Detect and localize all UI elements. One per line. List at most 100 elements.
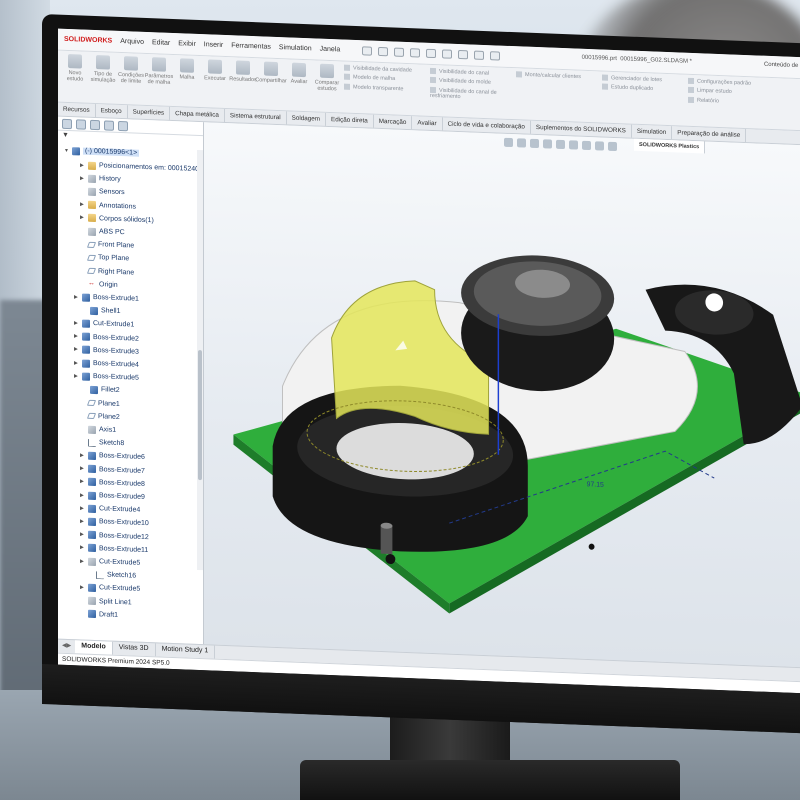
- tree-node-right-plane[interactable]: Right Plane: [80, 265, 134, 278]
- expand-arrow-icon[interactable]: ▶: [80, 518, 85, 524]
- expand-arrow-icon[interactable]: ▶: [80, 532, 85, 538]
- tree-node-boss-extrude12[interactable]: ▶ Boss-Extrude12: [80, 529, 149, 543]
- tree-node-fillet2[interactable]: Fillet2: [82, 384, 120, 396]
- tree-node-boss-extrude3[interactable]: ▶ Boss-Extrude3: [74, 344, 139, 357]
- tree-node-sketch16[interactable]: Sketch16: [88, 569, 136, 582]
- display-manager-tab-icon[interactable]: [118, 120, 128, 132]
- dimxpert-tab-icon[interactable]: [104, 120, 114, 131]
- tab-marcacao[interactable]: Marcação: [373, 114, 413, 130]
- home-icon[interactable]: [362, 46, 373, 56]
- tree-node-plane1[interactable]: Plane1: [80, 397, 120, 410]
- expand-arrow-icon[interactable]: ▶: [80, 466, 85, 472]
- tab-recursos[interactable]: Recursos: [58, 102, 96, 118]
- expand-arrow-icon[interactable]: ▶: [74, 333, 79, 339]
- nav-prev-icon[interactable]: ◀▶: [58, 640, 75, 654]
- tab-esboco[interactable]: Esboço: [95, 104, 128, 119]
- expand-arrow-icon[interactable]: ▶: [74, 294, 79, 300]
- feature-manager-tab-icon[interactable]: [62, 118, 72, 130]
- rebuild-icon[interactable]: [474, 50, 485, 60]
- tab-chapa-metalica[interactable]: Chapa metálica: [170, 106, 225, 123]
- menu-editar[interactable]: Editar: [152, 39, 170, 47]
- tab-edicao-direta[interactable]: Edição direta: [326, 112, 374, 128]
- comparar-estudos-button[interactable]: Comparar estudos: [315, 63, 339, 110]
- expand-arrow-icon[interactable]: ▶: [80, 215, 85, 221]
- visibilidade-cavidade-button[interactable]: Visibilidade da cavidade: [344, 65, 424, 75]
- tree-node-sensors[interactable]: Sensors: [80, 186, 125, 199]
- tree-node-boss-extrude11[interactable]: ▶ Boss-Extrude11: [80, 542, 148, 556]
- tree-node-shell1[interactable]: Shell1: [82, 305, 120, 317]
- expand-arrow-icon[interactable]: ▶: [80, 505, 85, 511]
- modelo-transparente-button[interactable]: Modelo transparente: [344, 84, 424, 94]
- options-gear-icon[interactable]: [490, 51, 501, 61]
- menu-exibir[interactable]: Exibir: [178, 40, 196, 48]
- gerenciador-lotes-button[interactable]: Gerenciador de lotes: [602, 75, 682, 85]
- tree-node-annotations[interactable]: ▶ Annotations: [80, 199, 136, 212]
- print-icon[interactable]: [426, 48, 437, 59]
- configuration-manager-tab-icon[interactable]: [90, 119, 100, 131]
- save-icon[interactable]: [410, 48, 421, 58]
- visibilidade-molde-button[interactable]: Visibilidade do molde: [430, 77, 510, 87]
- tree-node-boss-extrude5[interactable]: ▶ Boss-Extrude5: [74, 370, 139, 383]
- tree-node-origin[interactable]: ↔ Origin: [80, 278, 118, 290]
- tree-scrollbar-thumb[interactable]: [198, 349, 202, 481]
- new-file-icon[interactable]: [378, 46, 389, 57]
- expand-arrow-icon[interactable]: ▶: [80, 584, 85, 590]
- expand-arrow-icon[interactable]: ▶: [74, 320, 79, 326]
- expand-arrow-icon[interactable]: ▶: [80, 162, 85, 168]
- tree-node-cut-extrude1[interactable]: ▶ Cut-Extrude1: [74, 318, 134, 331]
- expand-arrow-icon[interactable]: ▶: [74, 360, 79, 366]
- tab-avaliar[interactable]: Avaliar: [412, 116, 443, 131]
- tree-node-boss-extrude4[interactable]: ▶ Boss-Extrude4: [74, 357, 139, 370]
- select-icon[interactable]: [458, 49, 469, 60]
- tree-node-cut-extrude5[interactable]: ▶ Cut-Extrude5: [80, 555, 140, 568]
- avaliar-button[interactable]: Avaliar: [288, 62, 310, 108]
- menu-simulation[interactable]: Simulation: [279, 44, 312, 52]
- tree-node-sketch8[interactable]: Sketch8: [80, 437, 124, 450]
- tree-node-abs-pc[interactable]: ABS PC: [80, 225, 125, 238]
- tree-scrollbar[interactable]: [197, 149, 203, 571]
- tree-node-boss-extrude6[interactable]: ▶ Boss-Extrude6: [80, 450, 145, 463]
- tree-node-plane2[interactable]: Plane2: [80, 410, 120, 423]
- parametros-malha-button[interactable]: Parâmetros de malha: [145, 57, 173, 103]
- tree-node-draft1[interactable]: Draft1: [80, 608, 118, 620]
- monte-calcular-button[interactable]: Monte/calcular clientes: [516, 71, 596, 81]
- expand-arrow-icon[interactable]: ▶: [80, 492, 85, 498]
- tree-node-cut-extrude5[interactable]: ▶ Cut-Extrude5: [80, 582, 140, 595]
- expand-arrow-icon[interactable]: ▶: [80, 545, 85, 551]
- expand-arrow-icon[interactable]: ▶: [74, 373, 79, 379]
- executar-button[interactable]: Executar: [204, 59, 226, 105]
- condicoes-limite-button[interactable]: Condições de limite: [118, 56, 144, 102]
- tipo-simulacao-button[interactable]: Tipo de simulação: [91, 55, 115, 101]
- tree-node-top-plane[interactable]: Top Plane: [80, 252, 129, 265]
- novo-estudo-button[interactable]: Novo estudo: [64, 53, 86, 100]
- 3d-model-view[interactable]: 97.15: [204, 122, 800, 668]
- expand-arrow-icon[interactable]: ▶: [80, 558, 85, 564]
- tree-root[interactable]: ▼ (-) 00015996<1>: [64, 145, 140, 159]
- tree-node-boss-extrude9[interactable]: ▶ Boss-Extrude9: [80, 489, 145, 502]
- compartilhar-button[interactable]: Compartilhar: [255, 61, 287, 107]
- resultados-button[interactable]: Resultados: [229, 60, 257, 106]
- modelo-malha-button[interactable]: Modelo de malha: [344, 74, 424, 84]
- tree-node-split-line1[interactable]: Split Line1: [80, 595, 132, 608]
- tree-node-corpos-s-lidos-1[interactable]: ▶ Corpos sólidos(1): [80, 212, 154, 226]
- expand-arrow-icon[interactable]: ▶: [80, 452, 85, 458]
- malha-button[interactable]: Malha: [176, 58, 198, 104]
- open-folder-icon[interactable]: [394, 47, 405, 57]
- tab-sistema-estrutural[interactable]: Sistema estrutural: [224, 109, 287, 125]
- configuracoes-padrao-button[interactable]: Configurações padrão: [688, 78, 768, 88]
- tree-node-boss-extrude1[interactable]: ▶ Boss-Extrude1: [74, 291, 139, 304]
- menu-arquivo[interactable]: Arquivo: [120, 38, 144, 46]
- tree-node-axis1[interactable]: Axis1: [80, 423, 116, 435]
- tab-superficies[interactable]: Superfícies: [127, 105, 171, 120]
- menu-janela[interactable]: Janela: [320, 46, 341, 54]
- tree-node-front-plane[interactable]: Front Plane: [80, 239, 134, 252]
- property-manager-tab-icon[interactable]: [76, 119, 86, 130]
- tree-node-boss-extrude10[interactable]: ▶ Boss-Extrude10: [80, 516, 149, 530]
- tree-node-boss-extrude7[interactable]: ▶ Boss-Extrude7: [80, 463, 145, 476]
- undo-icon[interactable]: [442, 49, 453, 59]
- visibilidade-resfriamento-button[interactable]: Visibilidade do canal de resfriamento: [430, 87, 510, 103]
- tab-simulation[interactable]: Simulation: [631, 124, 673, 140]
- tree-node-cut-extrude4[interactable]: ▶ Cut-Extrude4: [80, 503, 140, 516]
- tree-node-boss-extrude2[interactable]: ▶ Boss-Extrude2: [74, 331, 139, 344]
- search-account-label[interactable]: Conteúdo de pesquisa: [764, 62, 800, 70]
